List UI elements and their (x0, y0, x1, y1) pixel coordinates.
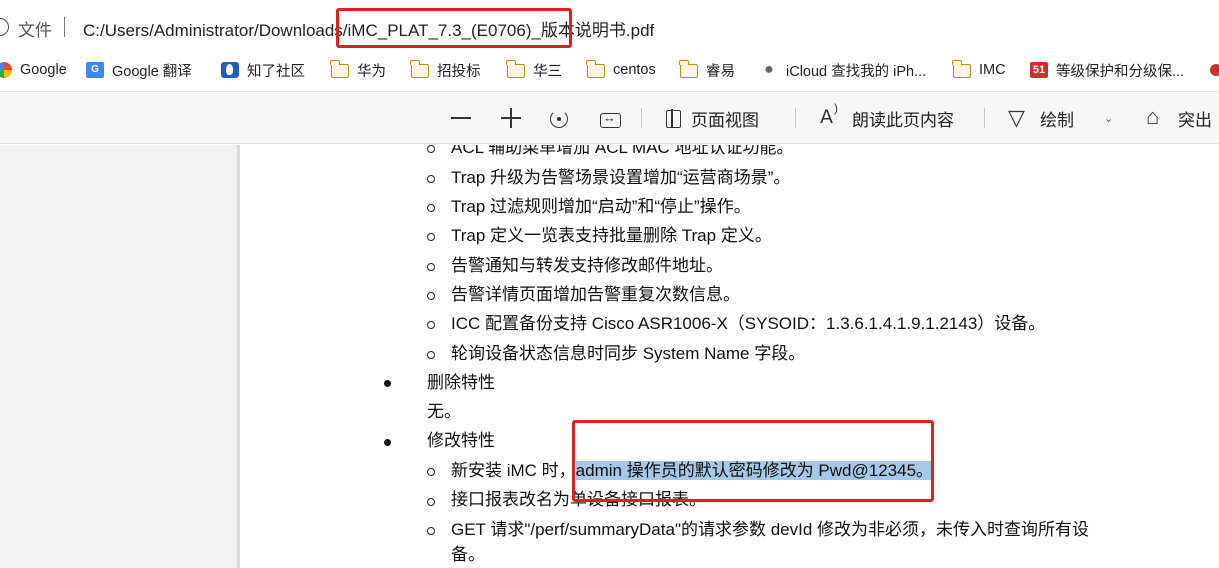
bookmark-label: Google (20, 62, 67, 78)
bullet-icon (384, 380, 391, 387)
pdf-toolbar: 页面视图 朗读此页内容 绘制 ⌄ 突出 (0, 93, 1219, 144)
bookmark-label: 华三 (533, 63, 562, 80)
bookmark-label: 知了社区 (247, 63, 305, 80)
pdf-page: ACL 辅助菜单增加 ACL MAC 地址认证功能。 Trap 升级为告警场景设… (240, 145, 1219, 568)
read-aloud-label: 朗读此页内容 (852, 110, 954, 130)
bullet-icon (384, 439, 391, 446)
bookmark-google[interactable]: Google (0, 52, 67, 88)
read-aloud-button[interactable]: 朗读此页内容 (820, 93, 954, 143)
modify-item-prefix: 新安装 iMC 时， (451, 461, 576, 480)
bookmark-label: IMC (979, 62, 1006, 78)
fit-width-icon (600, 110, 621, 128)
sub-bullet-icon (427, 498, 435, 506)
site-51-icon: 51 (1030, 62, 1048, 78)
page-view-icon (666, 109, 681, 128)
doc-list-item: Trap 定义一览表支持批量删除 Trap 定义。 (451, 226, 772, 245)
folder-icon (952, 60, 971, 78)
highlighter-icon (1146, 104, 1168, 130)
bookmark-label: iCloud 查找我的 iPh... (786, 63, 927, 80)
rotate-button[interactable] (550, 93, 578, 143)
bookmark-huawei[interactable]: 华为 (330, 52, 386, 88)
minus-icon (450, 107, 472, 129)
sub-bullet-icon (427, 351, 435, 359)
zhiliao-icon (221, 62, 239, 78)
address-scheme-label: 文件 (18, 21, 52, 40)
highlight-label: 突出 (1178, 110, 1212, 130)
bookmark-label: 睿易 (706, 63, 735, 80)
toolbar-divider (641, 108, 642, 128)
folder-icon (330, 60, 349, 78)
info-icon[interactable] (0, 18, 9, 36)
bookmark-label: Google 翻译 (112, 63, 192, 80)
bookmark-overflow-icon[interactable] (1210, 64, 1219, 76)
bookmark-huasan[interactable]: 华三 (506, 52, 562, 88)
plus-icon (500, 107, 522, 129)
bookmark-ruiyi[interactable]: 睿易 (679, 52, 735, 88)
doc-list-item: Trap 过滤规则增加“启动”和“停止”操作。 (451, 197, 751, 216)
address-bar: 文件 C:/Users/Administrator/Downloads/iMC_… (0, 0, 1219, 52)
sub-bullet-icon (427, 527, 435, 535)
sub-bullet-icon (427, 233, 435, 241)
toolbar-divider (984, 108, 985, 128)
google-icon (0, 62, 12, 78)
section-heading-modify: 修改特性 (427, 431, 495, 450)
bookmark-label: 等级保护和分级保... (1056, 63, 1185, 80)
highlight-button[interactable]: 突出 (1146, 93, 1212, 143)
rotate-icon (550, 110, 568, 128)
draw-button[interactable]: 绘制 ⌄ (1008, 93, 1113, 143)
zoom-in-button[interactable] (500, 93, 532, 143)
section-heading-delete: 删除特性 (427, 373, 495, 392)
chevron-down-icon[interactable]: ⌄ (1104, 112, 1113, 125)
bookmark-google-translate[interactable]: G Google 翻译 (86, 52, 192, 88)
annotation-box-filename (336, 8, 572, 48)
viewer-background (0, 145, 239, 568)
sub-bullet-icon (427, 145, 435, 153)
folder-icon (506, 60, 525, 78)
sub-bullet-icon (427, 204, 435, 212)
draw-label: 绘制 (1040, 110, 1074, 130)
annotation-box-password (572, 420, 934, 502)
doc-list-item-continuation: 备。 (451, 545, 485, 564)
bookmark-zhaotoubiao[interactable]: 招投标 (410, 52, 481, 88)
bookmarks-bar: Google G Google 翻译 知了社区 华为 招投标 华三 centos… (0, 52, 1219, 92)
doc-list-item: Trap 升级为告警场景设置增加“运营商场景”。 (451, 168, 791, 187)
doc-list-item: ICC 配置备份支持 Cisco ASR1006-X（SYSOID：1.3.6.… (451, 314, 1046, 333)
bookmark-icloud[interactable]: ● iCloud 查找我的 iPh... (760, 52, 926, 88)
doc-list-item: GET 请求"/perf/summaryData"的请求参数 devId 修改为… (451, 520, 1090, 539)
sub-bullet-icon (427, 263, 435, 271)
bookmark-label: centos (613, 62, 656, 78)
address-divider (64, 17, 65, 37)
bookmark-dengbao[interactable]: 51 等级保护和分级保... (1030, 52, 1184, 88)
bookmark-imc[interactable]: IMC (952, 52, 1006, 88)
bookmark-centos[interactable]: centos (586, 52, 656, 88)
toolbar-divider (795, 108, 796, 128)
doc-list-item: 告警通知与转发支持修改邮件地址。 (451, 256, 723, 275)
section-body-delete: 无。 (427, 402, 461, 421)
sub-bullet-icon (427, 175, 435, 183)
doc-list-item: 轮询设备状态信息时同步 System Name 字段。 (451, 344, 806, 363)
draw-icon (1008, 105, 1030, 131)
apple-icon: ● (764, 61, 774, 78)
page-view-button[interactable]: 页面视图 (666, 93, 759, 143)
zoom-out-button[interactable] (450, 93, 482, 143)
bookmark-label: 华为 (357, 63, 386, 80)
bookmark-zhiliao[interactable]: 知了社区 (221, 52, 305, 88)
fit-width-button[interactable] (600, 93, 631, 143)
page-view-label: 页面视图 (691, 110, 759, 130)
sub-bullet-icon (427, 321, 435, 329)
bookmark-label: 招投标 (437, 63, 481, 80)
folder-icon (679, 60, 698, 78)
folder-icon (410, 60, 429, 78)
folder-icon (586, 60, 605, 78)
sub-bullet-icon (427, 468, 435, 476)
sub-bullet-icon (427, 292, 435, 300)
doc-list-item: ACL 辅助菜单增加 ACL MAC 地址认证功能。 (451, 145, 794, 157)
doc-list-item: 告警详情页面增加告警重复次数信息。 (451, 285, 740, 304)
read-aloud-icon (820, 101, 842, 129)
google-translate-icon: G (86, 62, 104, 78)
